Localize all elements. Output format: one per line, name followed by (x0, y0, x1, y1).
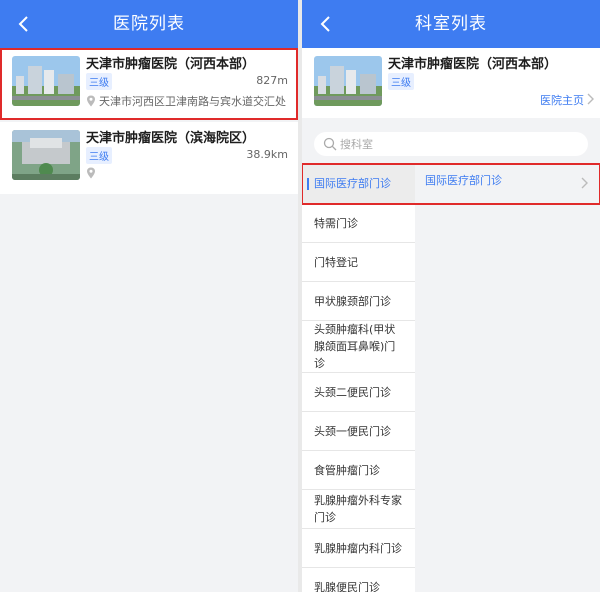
navbar: 科室列表 (302, 0, 600, 48)
department-item[interactable]: 头颈肿瘤科(甲状腺颌面耳鼻喉)门诊 (302, 321, 415, 373)
grade-badge: 三级 (86, 73, 112, 90)
hospital-home-link[interactable]: 医院主页 (540, 92, 584, 108)
department-item[interactable]: 乳腺肿瘤外科专家门诊 (302, 490, 415, 529)
address-text: 天津市河西区卫津南路与宾水道交汇处 (99, 95, 286, 108)
sub-department-area: 国际医疗部门诊 (415, 164, 600, 592)
page-title: 医院列表 (113, 14, 185, 34)
selected-indicator (307, 178, 309, 190)
department-panel: 国际医疗部门诊 特需门诊 门特登记 甲状腺颈部门诊 头颈肿瘤科(甲状腺颌面耳鼻喉… (302, 163, 600, 592)
search-icon (323, 137, 337, 151)
page-title: 科室列表 (415, 14, 487, 34)
hospital-address (86, 167, 291, 180)
department-item[interactable]: 食管肿瘤门诊 (302, 451, 415, 490)
department-item[interactable]: 国际医疗部门诊 (302, 164, 415, 204)
department-list-screen: 科室列表 天津市肿瘤医院（河西本部） 三级 医院主页 搜科室 国际医疗部门诊 特… (302, 0, 600, 592)
hospital-name: 天津市肿瘤医院（河西本部） (388, 57, 558, 72)
grade-badge: 三级 (86, 147, 112, 164)
department-item[interactable]: 门特登记 (302, 243, 415, 282)
department-item[interactable]: 头颈二便民门诊 (302, 373, 415, 412)
department-item[interactable]: 乳腺肿瘤内科门诊 (302, 529, 415, 568)
hospital-photo-icon (12, 56, 80, 106)
grade-badge: 三级 (388, 73, 414, 90)
chevron-right-icon (581, 177, 588, 189)
department-item[interactable]: 乳腺便民门诊 (302, 568, 415, 592)
department-list: 国际医疗部门诊 特需门诊 门特登记 甲状腺颈部门诊 头颈肿瘤科(甲状腺颌面耳鼻喉… (302, 164, 415, 592)
hospital-list: 天津市肿瘤医院（河西本部） 三级 827m 天津市河西区卫津南路与宾水道交汇处 … (0, 48, 298, 194)
chevron-right-icon (587, 93, 594, 105)
search-placeholder: 搜科室 (340, 138, 373, 151)
department-item[interactable]: 头颈一便民门诊 (302, 412, 415, 451)
hospital-list-screen: 医院列表 天津市肿瘤医院（河西本部） 三级 827m 天津市河西区卫津南路与宾水… (0, 0, 298, 592)
location-pin-icon (87, 95, 95, 107)
location-pin-icon (87, 167, 95, 179)
hospital-name: 天津市肿瘤医院（滨海院区） (86, 131, 256, 146)
department-search-input[interactable]: 搜科室 (314, 132, 588, 156)
hospital-card-hexi[interactable]: 天津市肿瘤医院（河西本部） 三级 827m 天津市河西区卫津南路与宾水道交汇处 (0, 48, 298, 120)
hospital-address: 天津市河西区卫津南路与宾水道交汇处 (86, 93, 291, 109)
distance: 827m (256, 74, 288, 87)
department-item[interactable]: 特需门诊 (302, 204, 415, 243)
hospital-summary-card: 天津市肿瘤医院（河西本部） 三级 医院主页 (302, 48, 600, 118)
department-item[interactable]: 甲状腺颈部门诊 (302, 282, 415, 321)
navbar: 医院列表 (0, 0, 298, 48)
hospital-photo-icon (314, 56, 382, 106)
hospital-card-binhai[interactable]: 天津市肿瘤医院（滨海院区） 三级 38.9km (0, 122, 298, 194)
distance: 38.9km (246, 148, 288, 161)
hospital-photo-icon (12, 130, 80, 180)
hospital-name: 天津市肿瘤医院（河西本部） (86, 57, 256, 72)
sub-department-item[interactable]: 国际医疗部门诊 (425, 172, 502, 188)
